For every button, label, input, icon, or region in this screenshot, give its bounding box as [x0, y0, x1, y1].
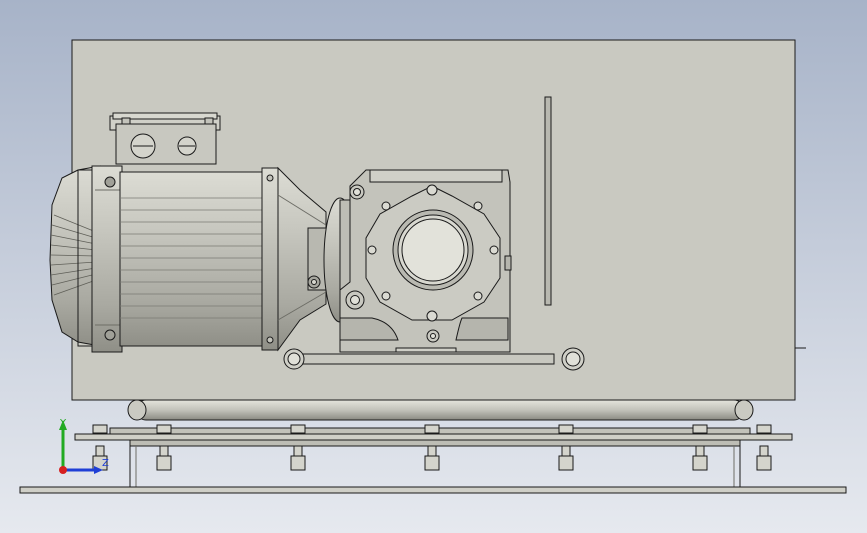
terminal-box[interactable]: [109, 112, 221, 165]
motor-body[interactable]: [119, 167, 279, 351]
y-axis-label: Y: [59, 418, 67, 429]
z-axis-label: Z: [102, 458, 109, 469]
bracket-plate[interactable]: [544, 96, 552, 306]
z-axis-dot: [59, 466, 67, 474]
worm-gearbox-housing[interactable]: [339, 169, 512, 353]
base-rail[interactable]: [127, 399, 754, 421]
cad-canvas[interactable]: Y Z: [0, 0, 867, 533]
cad-viewport[interactable]: Y Z: [0, 0, 867, 533]
motor-fan-cover[interactable]: [49, 165, 123, 353]
